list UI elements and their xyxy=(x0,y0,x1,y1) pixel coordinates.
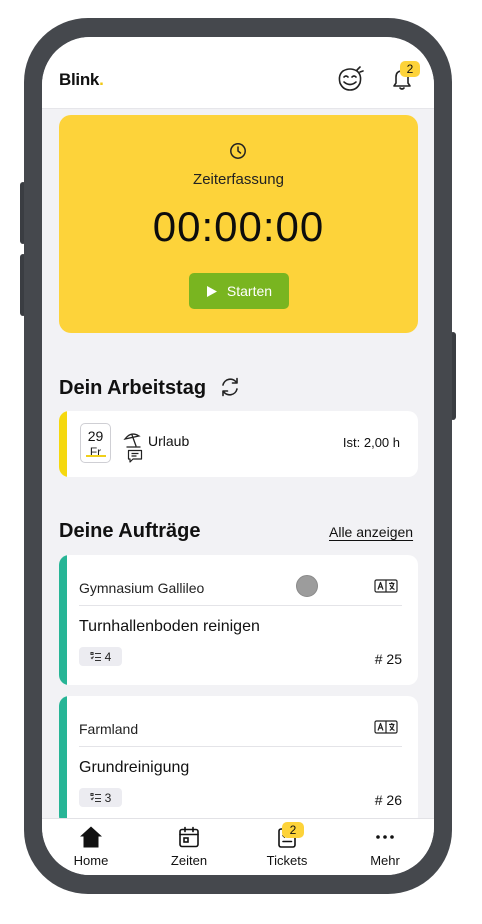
date-underline xyxy=(86,455,106,457)
translate-icon[interactable] xyxy=(374,720,398,734)
order-title: Grundreinigung xyxy=(79,759,190,776)
task-count-chip: 3 xyxy=(79,788,122,807)
order-accent xyxy=(59,696,67,826)
blink-logo[interactable]: Blink. xyxy=(59,70,104,90)
checklist-icon xyxy=(90,792,101,803)
play-icon xyxy=(206,285,217,297)
orders-heading: Deine Aufträge xyxy=(59,520,201,542)
task-count: 4 xyxy=(104,649,112,664)
phone-frame: Blink. 2 Zeiterfassung 00:00:00 Starten … xyxy=(24,18,452,894)
show-all-link[interactable]: Alle anzeigen xyxy=(329,524,413,540)
order-divider xyxy=(79,746,402,747)
beach-umbrella-icon xyxy=(123,433,141,448)
bottom-nav: Home Zeiten 2 Tickets Mehr xyxy=(42,818,434,875)
home-icon xyxy=(80,826,102,848)
status-dot xyxy=(296,575,318,597)
order-card[interactable]: Gymnasium Gallileo Turnhallenboden reini… xyxy=(59,555,418,685)
hours-label: Ist: 2,00 h xyxy=(342,435,400,450)
clock-icon xyxy=(230,143,246,159)
time-tracking-card: Zeiterfassung 00:00:00 Starten xyxy=(59,115,418,333)
nav-item-tickets[interactable]: 2 Tickets xyxy=(238,819,336,875)
calendar-icon xyxy=(179,826,199,848)
order-client: Gymnasium Gallileo xyxy=(79,580,205,596)
checklist-icon xyxy=(90,651,101,662)
nav-label: Home xyxy=(73,853,109,868)
date-day: 29 xyxy=(87,428,104,444)
notification-badge: 2 xyxy=(400,61,420,77)
refresh-icon[interactable] xyxy=(219,376,241,398)
order-number: # 26 xyxy=(374,792,402,808)
workday-card[interactable]: 29 Fr Urlaub Ist: 2,00 h xyxy=(59,411,418,477)
time-tracking-title: Zeiterfassung xyxy=(193,171,284,188)
start-button[interactable]: Starten xyxy=(189,273,289,309)
nav-label: Mehr xyxy=(370,853,400,868)
nav-item-mehr[interactable]: Mehr xyxy=(336,819,434,875)
order-number: # 25 xyxy=(374,651,402,667)
task-count-chip: 4 xyxy=(79,647,122,666)
timer-display: 00:00:00 xyxy=(152,203,325,250)
order-accent xyxy=(59,555,67,685)
order-card[interactable]: Farmland Grundreinigung 3 # 26 xyxy=(59,696,418,826)
start-button-label: Starten xyxy=(226,283,273,299)
nav-item-zeiten[interactable]: Zeiten xyxy=(140,819,238,875)
workday-accent xyxy=(59,411,67,477)
nav-label: Tickets xyxy=(266,853,308,868)
app-header: Blink. 2 xyxy=(42,37,434,109)
order-divider xyxy=(79,605,402,606)
mood-icon[interactable] xyxy=(335,65,365,93)
order-title: Turnhallenboden reinigen xyxy=(79,618,260,635)
logo-text: Blink xyxy=(59,70,100,89)
task-count: 3 xyxy=(104,790,112,805)
app-screen: Blink. 2 Zeiterfassung 00:00:00 Starten … xyxy=(42,37,434,875)
nav-item-home[interactable]: Home xyxy=(42,819,140,875)
order-client: Farmland xyxy=(79,721,139,737)
tickets-badge: 2 xyxy=(282,822,304,838)
more-icon xyxy=(376,835,394,839)
workday-heading: Dein Arbeitstag xyxy=(59,377,207,399)
date-badge: 29 Fr xyxy=(80,423,111,463)
absence-label: Urlaub xyxy=(148,433,190,449)
logo-dot: . xyxy=(99,70,104,89)
comment-icon xyxy=(127,449,143,463)
nav-label: Zeiten xyxy=(170,853,208,868)
translate-icon[interactable] xyxy=(374,579,398,593)
